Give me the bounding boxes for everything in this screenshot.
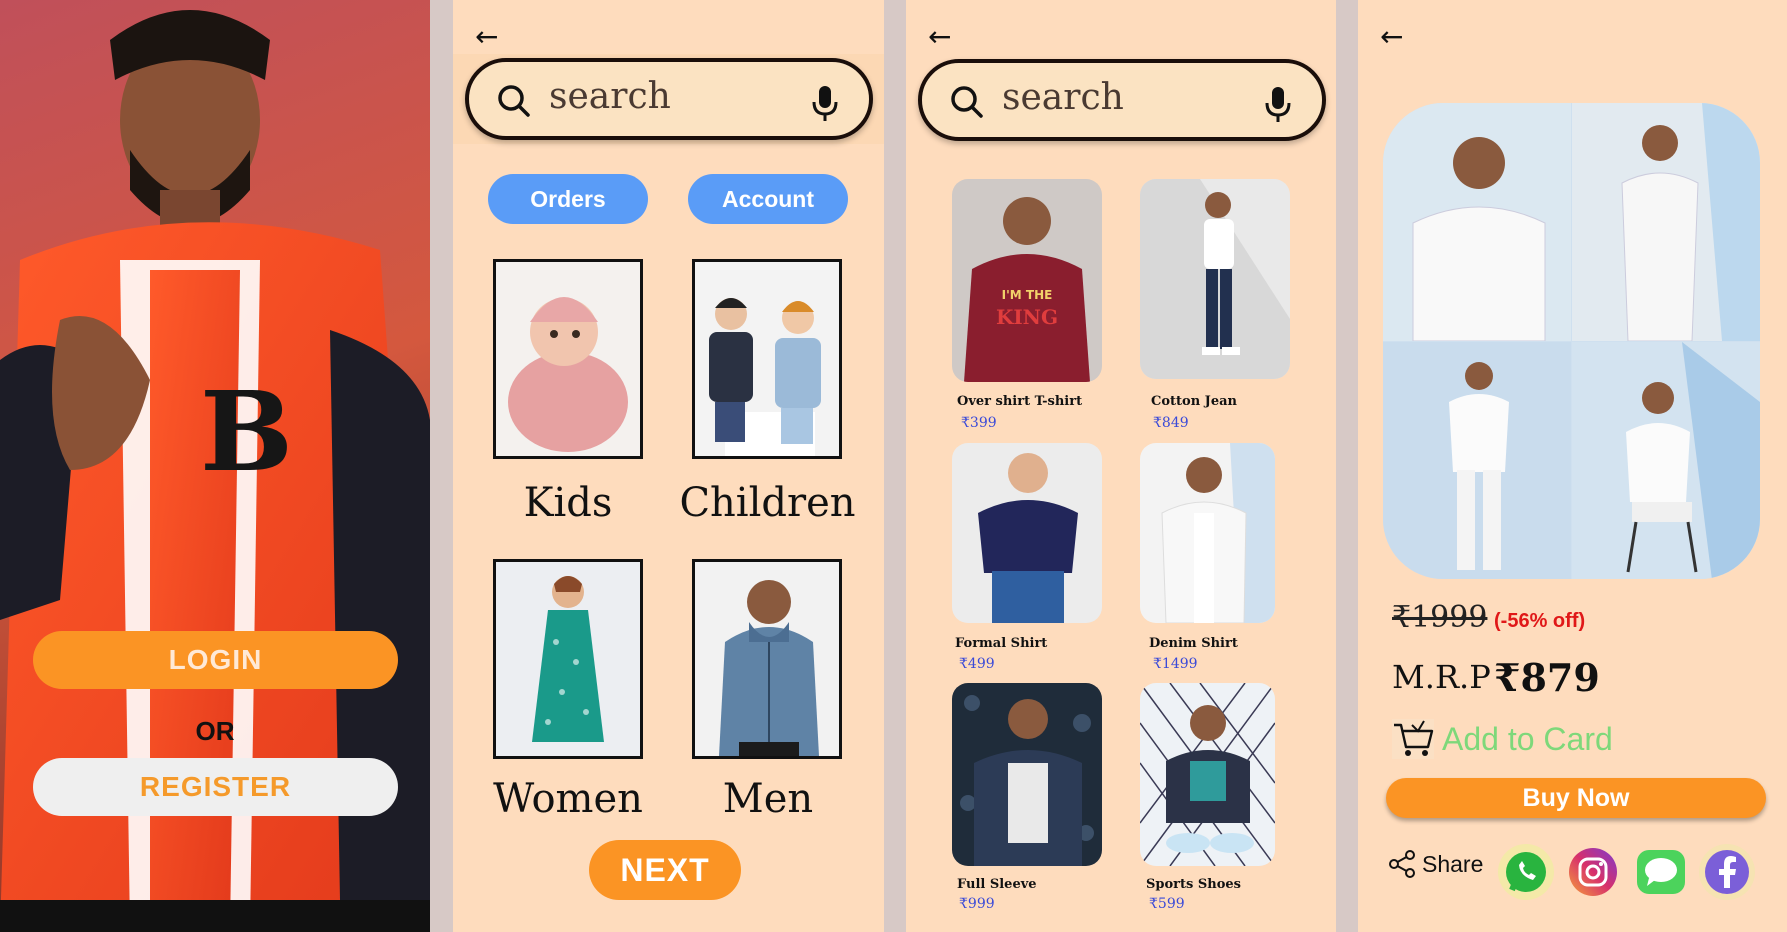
search-icon: [951, 86, 983, 118]
svg-text:B: B: [200, 367, 293, 496]
product-card-denim-shirt[interactable]: [1140, 443, 1275, 623]
microphone-icon[interactable]: [1264, 85, 1292, 123]
back-arrow-icon[interactable]: ←: [1380, 20, 1403, 53]
mrp-price: ₹879: [1494, 655, 1600, 700]
category-men-label: Men: [722, 776, 814, 822]
product-card-full-sleeve[interactable]: [952, 683, 1102, 866]
add-to-cart-button[interactable]: Add to Card: [1392, 718, 1613, 760]
search-bar[interactable]: search: [918, 59, 1326, 141]
gallery-image[interactable]: [1383, 103, 1571, 341]
product-name: Denim Shirt: [1149, 636, 1238, 651]
whatsapp-icon[interactable]: [1498, 844, 1554, 900]
orders-button[interactable]: Orders: [488, 174, 648, 224]
gallery-image[interactable]: [1383, 342, 1571, 579]
category-kids-image[interactable]: [493, 259, 643, 459]
product-price: ₹1499: [1153, 656, 1198, 672]
buy-now-button[interactable]: Buy Now: [1386, 778, 1766, 818]
back-arrow-icon[interactable]: ←: [928, 20, 951, 53]
microphone-icon[interactable]: [811, 84, 839, 122]
search-bar[interactable]: search: [465, 58, 873, 140]
facebook-icon[interactable]: [1699, 844, 1755, 900]
category-kids-label: Kids: [523, 480, 613, 526]
product-card-cotton-jean[interactable]: [1140, 179, 1290, 379]
search-input[interactable]: search: [549, 76, 671, 117]
share-button[interactable]: Share: [1388, 850, 1483, 878]
category-men-image[interactable]: [692, 559, 842, 759]
register-button[interactable]: REGISTER: [33, 758, 398, 816]
category-screen: ← search Orders Account Kids Children Wo…: [453, 0, 884, 932]
instagram-icon[interactable]: [1565, 844, 1621, 900]
product-card-overshirt[interactable]: I'M THE KING: [952, 179, 1102, 382]
search-input[interactable]: search: [1002, 77, 1124, 118]
back-arrow-icon[interactable]: ←: [475, 20, 498, 53]
product-card-sports-shoes[interactable]: [1140, 683, 1275, 866]
product-price: ₹849: [1153, 415, 1189, 431]
product-name: Cotton Jean: [1151, 394, 1237, 409]
share-icon: [1389, 850, 1415, 878]
login-screen: B LOGIN OR REGISTER: [0, 0, 430, 932]
discount-badge: (-56% off): [1494, 610, 1586, 632]
category-children-label: Children: [679, 480, 856, 526]
svg-text:KING: KING: [996, 305, 1058, 329]
share-label: Share: [1422, 850, 1484, 877]
product-name: Sports Shoes: [1146, 877, 1241, 892]
product-card-formal-shirt[interactable]: [952, 443, 1102, 623]
gallery-image[interactable]: [1572, 103, 1760, 341]
login-button[interactable]: LOGIN: [33, 631, 398, 689]
search-icon: [498, 85, 530, 117]
account-button[interactable]: Account: [688, 174, 848, 224]
add-to-cart-label: Add to Card: [1442, 720, 1613, 757]
product-price: ₹399: [961, 415, 997, 431]
category-women-label: Women: [493, 776, 643, 822]
product-name: Formal Shirt: [955, 636, 1048, 651]
product-price: ₹499: [959, 656, 995, 672]
original-price: ₹1999: [1392, 600, 1488, 635]
category-children-image[interactable]: [692, 259, 842, 459]
product-image-gallery[interactable]: [1383, 103, 1760, 579]
product-name: Full Sleeve: [957, 877, 1037, 892]
gallery-image[interactable]: [1572, 342, 1760, 579]
mrp-label: M.R.P: [1392, 658, 1491, 696]
next-button[interactable]: NEXT: [589, 840, 741, 900]
product-price: ₹999: [959, 896, 995, 912]
svg-text:I'M THE: I'M THE: [1002, 288, 1053, 302]
product-detail-screen: ← ₹1999 (-56% off) M.R.P ₹879 Add to Car…: [1358, 0, 1787, 932]
or-divider-label: OR: [195, 716, 235, 746]
product-name: Over shirt T-shirt: [957, 394, 1083, 409]
product-list-screen: ← search I'M THE KING Over shirt T-shirt …: [906, 0, 1336, 932]
category-women-image[interactable]: [493, 559, 643, 759]
cart-icon: [1392, 719, 1434, 759]
message-icon[interactable]: [1633, 844, 1689, 900]
product-price: ₹599: [1149, 896, 1185, 912]
